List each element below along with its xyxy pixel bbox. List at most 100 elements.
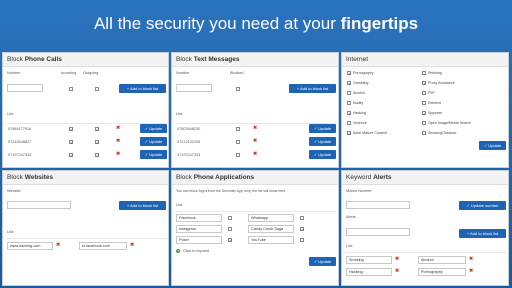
- update-button[interactable]: ✓ Update: [140, 150, 167, 159]
- website-item: www.hacking.com: [7, 242, 53, 250]
- category-checkbox[interactable]: [347, 81, 351, 85]
- delete-icon[interactable]: ✖: [469, 257, 473, 262]
- app-checkbox[interactable]: [300, 227, 304, 231]
- category-checkbox[interactable]: [347, 111, 351, 115]
- update-button[interactable]: ✓ Update: [140, 124, 167, 133]
- category-label: Adult Mature Content: [353, 131, 387, 135]
- category-checkbox[interactable]: [347, 131, 351, 135]
- panel-block-websites: Block Websites Website + Add to block li…: [2, 170, 169, 286]
- headline: All the security you need at your finger…: [0, 0, 512, 48]
- call-row-number: 07984177916: [8, 127, 32, 131]
- app-item: Instagram: [176, 225, 222, 233]
- website-label: Website: [7, 189, 21, 193]
- update-button[interactable]: ✓ Update: [309, 257, 336, 266]
- category-checkbox[interactable]: [422, 111, 426, 115]
- app-item: Facebook: [176, 214, 222, 222]
- list-label: List:: [176, 112, 183, 116]
- expand-link[interactable]: Click to expand: [183, 249, 209, 253]
- panel-title: Keyword Alerts: [342, 171, 508, 185]
- panel-keyword-alerts: Keyword Alerts Mobile Number ✓ Update nu…: [341, 170, 509, 286]
- category-label: Spyware: [428, 111, 442, 115]
- text-row-blocked[interactable]: [236, 140, 240, 144]
- blocked-checkbox[interactable]: [236, 87, 240, 91]
- app-checkbox[interactable]: [300, 238, 304, 242]
- delete-icon[interactable]: ✖: [116, 152, 120, 157]
- delete-icon[interactable]: ✖: [56, 243, 60, 248]
- delete-icon[interactable]: ✖: [253, 152, 257, 157]
- update-button[interactable]: ✓ Update: [479, 141, 506, 150]
- category-checkbox[interactable]: [422, 131, 426, 135]
- panel-title: Block Text Messages: [172, 53, 338, 67]
- number-input[interactable]: [7, 84, 43, 92]
- delete-icon[interactable]: ✖: [395, 269, 399, 274]
- call-row-incoming[interactable]: [69, 127, 73, 131]
- category-checkbox[interactable]: [422, 81, 426, 85]
- text-row-number: 07807648230: [177, 127, 201, 131]
- outgoing-checkbox[interactable]: [95, 87, 99, 91]
- call-row-outgoing[interactable]: [95, 153, 99, 157]
- call-row-number: 07410648827: [8, 140, 32, 144]
- call-row-outgoing[interactable]: [95, 127, 99, 131]
- delete-icon[interactable]: ✖: [253, 126, 257, 131]
- add-to-block-list-button[interactable]: + Add to block list: [459, 229, 506, 238]
- add-to-block-list-button[interactable]: + Add to block list: [119, 201, 166, 210]
- number-label: Number: [176, 71, 190, 75]
- expand-icon[interactable]: +: [176, 249, 180, 253]
- call-row-incoming[interactable]: [69, 153, 73, 157]
- call-row-outgoing[interactable]: [95, 140, 99, 144]
- delete-icon[interactable]: ✖: [395, 257, 399, 262]
- alerts-label: Alerts: [346, 215, 356, 219]
- category-label: P2P: [428, 91, 435, 95]
- category-checkbox[interactable]: [347, 101, 351, 105]
- update-button[interactable]: ✓ Update: [309, 137, 336, 146]
- app-checkbox[interactable]: [228, 227, 232, 231]
- delete-icon[interactable]: ✖: [116, 126, 120, 131]
- update-button[interactable]: ✓ Update: [309, 124, 336, 133]
- keyword-item: Pornography: [418, 268, 466, 276]
- delete-icon[interactable]: ✖: [469, 269, 473, 274]
- category-label: Proxy Avoidance: [428, 81, 455, 85]
- category-checkbox[interactable]: [422, 71, 426, 75]
- app-checkbox[interactable]: [300, 216, 304, 220]
- panel-block-phone-applications: Block Phone Applications You can block A…: [171, 170, 339, 286]
- update-button[interactable]: ✓ Update: [309, 150, 336, 159]
- category-label: Hacking: [353, 111, 366, 115]
- number-input[interactable]: [176, 84, 212, 92]
- incoming-checkbox[interactable]: [69, 87, 73, 91]
- category-checkbox[interactable]: [422, 91, 426, 95]
- update-number-button[interactable]: ✓ Update number: [459, 201, 506, 210]
- delete-icon[interactable]: ✖: [253, 139, 257, 144]
- website-input[interactable]: [7, 201, 71, 209]
- app-checkbox[interactable]: [228, 216, 232, 220]
- panel-block-phone-calls: Block Phone Calls Number Incoming Outgoi…: [2, 52, 169, 168]
- list-label: List:: [176, 203, 183, 207]
- alert-input[interactable]: [346, 228, 410, 236]
- blocked-label: Blocked: [230, 71, 244, 75]
- text-row-blocked[interactable]: [236, 153, 240, 157]
- add-to-block-list-button[interactable]: + Add to block list: [289, 84, 336, 93]
- panel-title: Internet: [342, 53, 508, 67]
- category-checkbox[interactable]: [422, 121, 426, 125]
- text-row-blocked[interactable]: [236, 127, 240, 131]
- category-checkbox[interactable]: [347, 121, 351, 125]
- call-row-incoming[interactable]: [69, 140, 73, 144]
- website-item: m.facebook.com: [79, 242, 127, 250]
- mobile-number-input[interactable]: [346, 201, 410, 209]
- app-item: Whatsapp: [248, 214, 294, 222]
- list-label: List:: [7, 112, 14, 116]
- category-checkbox[interactable]: [347, 91, 351, 95]
- headline-text: All the security you need at your: [93, 14, 341, 33]
- category-label: Extreme: [428, 101, 442, 105]
- panel-internet: Internet Pornography Gambling Alcohol Nu…: [341, 52, 509, 168]
- add-to-block-list-button[interactable]: + Add to block list: [119, 84, 166, 93]
- category-checkbox[interactable]: [422, 101, 426, 105]
- category-label: Phishing: [428, 71, 442, 75]
- update-button[interactable]: ✓ Update: [140, 137, 167, 146]
- category-checkbox[interactable]: [347, 71, 351, 75]
- category-label: Alcohol: [353, 91, 365, 95]
- panel-title: Block Phone Calls: [3, 53, 168, 67]
- app-checkbox[interactable]: [228, 238, 232, 242]
- delete-icon[interactable]: ✖: [116, 139, 120, 144]
- delete-icon[interactable]: ✖: [130, 243, 134, 248]
- category-label: Pornography: [353, 71, 374, 75]
